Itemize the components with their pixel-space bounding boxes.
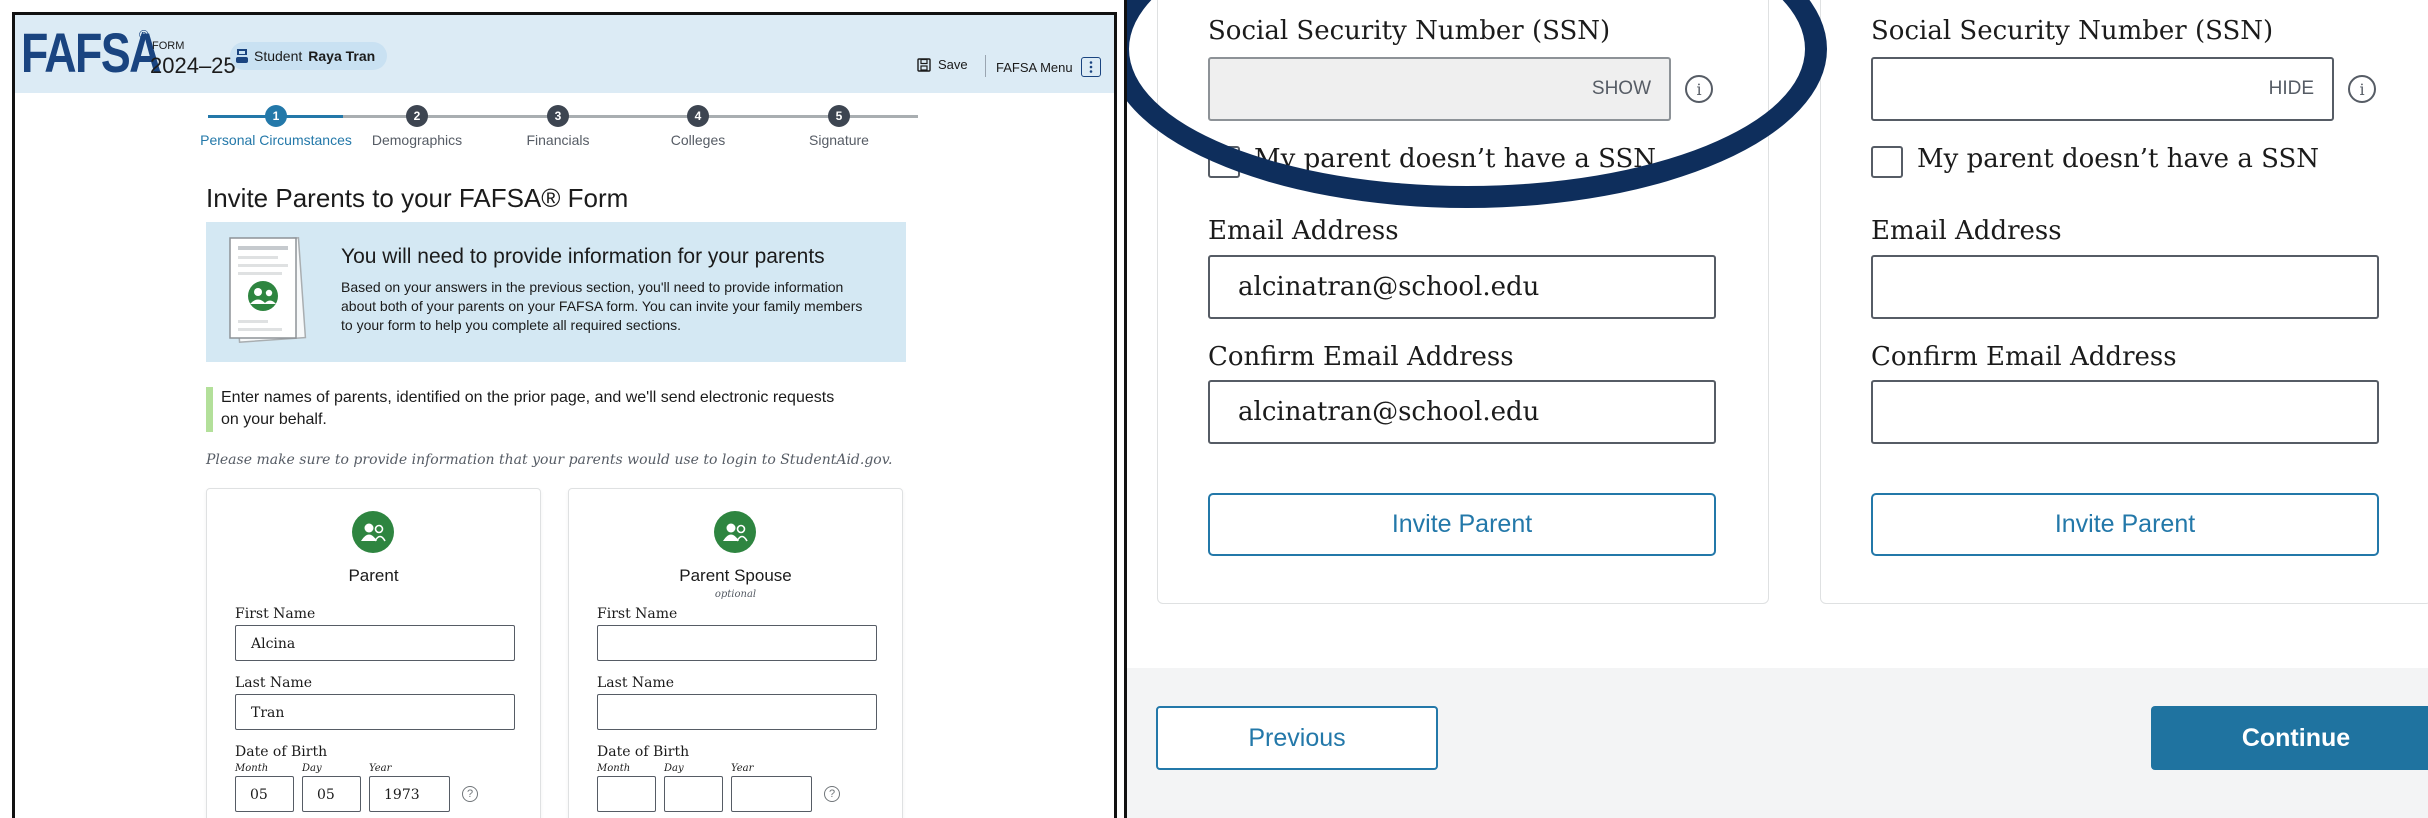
spouse-dob-year-input[interactable]: [731, 776, 812, 812]
parent-first-name-label: First Name: [235, 606, 316, 622]
spouse-optional-label: optional: [714, 589, 757, 600]
parent-avatar-icon: [714, 511, 756, 553]
previous-button[interactable]: Previous: [1156, 706, 1438, 770]
spouse-email-label: Email Address: [1871, 216, 2062, 246]
parent-no-ssn-checkbox[interactable]: [1208, 146, 1240, 178]
parent-no-ssn-label[interactable]: My parent doesn’t have a SSN: [1254, 144, 1656, 174]
parent-last-name-label: Last Name: [235, 675, 313, 691]
parent-dob-month-input[interactable]: 05: [235, 776, 294, 812]
parent-first-name-input[interactable]: Alcina: [235, 625, 515, 661]
spouse-card-title: Parent Spouse: [679, 566, 792, 585]
parent-email-input[interactable]: alcinatran@school.edu: [1208, 255, 1716, 319]
spouse-email-input[interactable]: [1871, 255, 2379, 319]
continue-button[interactable]: Continue: [2151, 706, 2428, 770]
info-alert: You will need to provide information for…: [206, 222, 906, 362]
login-note: Please make sure to provide information …: [206, 452, 893, 468]
kebab-menu-icon: [1080, 57, 1101, 77]
ssn-hide-toggle[interactable]: HIDE: [2269, 78, 2314, 100]
parent-card-title: Parent: [348, 566, 399, 585]
student-prefix: Student: [254, 48, 303, 64]
parent-day-label: Day: [302, 763, 322, 774]
parent-confirm-email-input[interactable]: alcinatran@school.edu: [1208, 380, 1716, 444]
instruction-text: Enter names of parents, identified on th…: [221, 389, 835, 428]
spouse-month-label: Month: [597, 763, 631, 774]
fafsa-page-screenshot: FAFSA ® FORM 2024–25 Student Raya Tran S…: [12, 12, 1117, 818]
step-3-number[interactable]: 3: [547, 105, 569, 127]
step-1-number[interactable]: 1: [265, 105, 287, 127]
parent-card: Parent First Name Alcina Last Name Tran …: [206, 488, 541, 818]
step-2-number[interactable]: 2: [406, 105, 428, 127]
parent-confirm-email-label: Confirm Email Address: [1208, 342, 1514, 372]
family-document-illustration: [229, 237, 307, 343]
spouse-card-zoomed: Social Security Number (SSN) HIDE i My p…: [1820, 0, 2428, 604]
help-icon[interactable]: ?: [462, 786, 478, 802]
info-title: You will need to provide information for…: [341, 245, 825, 268]
parent-email-label: Email Address: [1208, 216, 1399, 246]
spouse-no-ssn-checkbox[interactable]: [1871, 146, 1903, 178]
save-label: Save: [938, 57, 968, 72]
help-icon[interactable]: ?: [824, 786, 840, 802]
spouse-dob-label: Date of Birth: [597, 744, 690, 760]
parent-dob-year-input[interactable]: 1973: [369, 776, 450, 812]
step-5-number[interactable]: 5: [828, 105, 850, 127]
ssn-show-toggle[interactable]: SHOW: [1592, 78, 1651, 100]
spouse-first-name-input[interactable]: [597, 625, 877, 661]
logo-registered-mark: ®: [139, 27, 149, 42]
parent-dob-label: Date of Birth: [235, 744, 328, 760]
spouse-year-label: Year: [731, 763, 754, 774]
info-body: Based on your answers in the previous se…: [341, 279, 863, 333]
student-badge: Student Raya Tran: [230, 42, 388, 70]
parent-last-name-input[interactable]: Tran: [235, 694, 515, 730]
form-year: 2024–25: [150, 53, 236, 78]
spouse-confirm-email-label: Confirm Email Address: [1871, 342, 2177, 372]
step-4-number[interactable]: 4: [687, 105, 709, 127]
parent-dob-day-input[interactable]: 05: [302, 776, 361, 812]
menu-label: FAFSA Menu: [996, 59, 1073, 75]
fafsa-menu-button[interactable]: FAFSA Menu: [996, 57, 1101, 77]
page-title: Invite Parents to your FAFSA® Form: [206, 183, 629, 213]
form-label: FORM: [152, 40, 185, 52]
step-5-label[interactable]: Signature: [754, 132, 924, 148]
spouse-last-name-label: Last Name: [597, 675, 675, 691]
parent-avatar-icon: [352, 511, 394, 553]
parent-ssn-label: Social Security Number (SSN): [1208, 16, 1611, 46]
spouse-dob-month-input[interactable]: [597, 776, 656, 812]
spouse-day-label: Day: [664, 763, 684, 774]
header-divider: [985, 55, 986, 77]
spouse-ssn-label: Social Security Number (SSN): [1871, 16, 2274, 46]
invite-parent-button[interactable]: Invite Parent: [1208, 493, 1716, 556]
spouse-ssn-input[interactable]: HIDE: [1871, 57, 2334, 121]
spouse-dob-day-input[interactable]: [664, 776, 723, 812]
spouse-confirm-email-input[interactable]: [1871, 380, 2379, 444]
parent-year-label: Year: [369, 763, 392, 774]
parent-ssn-input[interactable]: SHOW: [1208, 57, 1671, 121]
invite-spouse-button[interactable]: Invite Parent: [1871, 493, 2379, 556]
spouse-first-name-label: First Name: [597, 606, 678, 622]
spouse-last-name-input[interactable]: [597, 694, 877, 730]
site-header: FAFSA ® FORM 2024–25 Student Raya Tran S…: [15, 15, 1114, 93]
spouse-no-ssn-label[interactable]: My parent doesn’t have a SSN: [1917, 144, 2319, 174]
student-name: Raya Tran: [308, 48, 376, 64]
instruction-accent-bar: [206, 387, 213, 432]
info-icon[interactable]: i: [2348, 75, 2376, 103]
zoomed-form-section: Social Security Number (SSN) SHOW i My p…: [1124, 0, 2428, 818]
parent-month-label: Month: [235, 763, 269, 774]
parent-card-zoomed: Social Security Number (SSN) SHOW i My p…: [1157, 0, 1769, 604]
parent-spouse-card: Parent Spouse optional First Name Last N…: [568, 488, 903, 818]
save-button[interactable]: Save: [917, 57, 968, 72]
info-icon[interactable]: i: [1685, 75, 1713, 103]
save-icon: [917, 57, 931, 72]
student-icon: [236, 49, 248, 63]
